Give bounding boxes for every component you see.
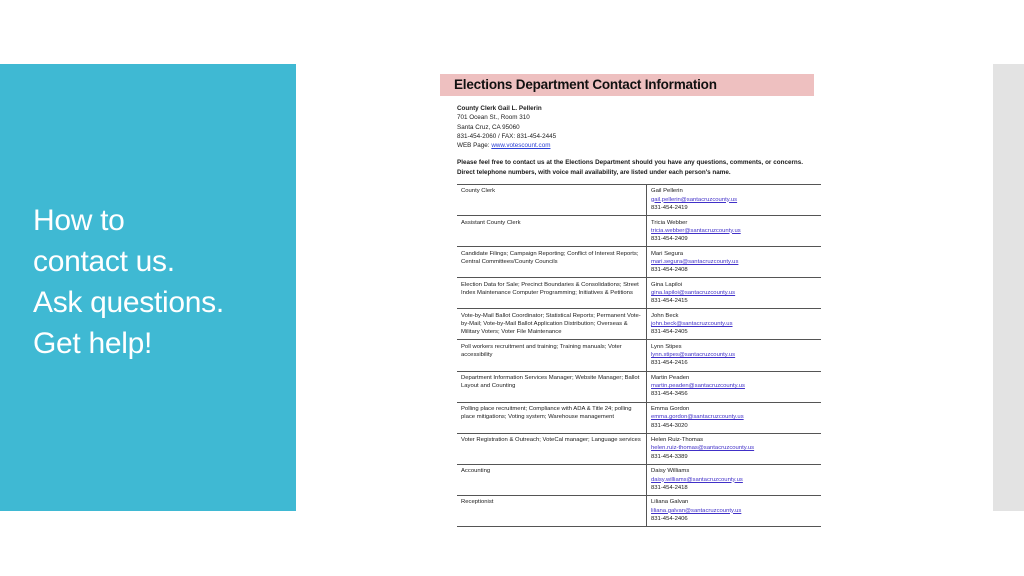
- cell-contact: Helen Ruiz-Thomas helen.ruiz-thomas@santa…: [646, 432, 821, 465]
- cell-role: Candidate Filings; Campaign Reporting; C…: [457, 246, 647, 279]
- cell-contact: Emma Gordon emma.gordon@santacruzcounty.u…: [646, 401, 821, 434]
- contact-phone: 831-454-2405: [651, 329, 688, 336]
- table-row: Voter Registration & Outreach; VoteCal m…: [457, 432, 821, 465]
- contact-name: Tricia Webber: [651, 219, 688, 226]
- website-link[interactable]: www.votescount.com: [491, 142, 550, 149]
- contact-email-link[interactable]: lynn.stipes@santacruzcounty.us: [651, 351, 817, 359]
- cell-role: Election Data for Sale; Precinct Boundar…: [457, 277, 647, 310]
- cell-role: County Clerk: [457, 183, 647, 217]
- cell-contact: Lynn Stipes lynn.stipes@santacruzcounty.u…: [646, 339, 821, 372]
- contact-phone: 831-454-2406: [651, 515, 688, 522]
- contact-email-link[interactable]: daisy.williams@santacruzcounty.us: [651, 476, 817, 484]
- cell-contact: John Beck john.beck@santacruzcounty.us 831…: [646, 308, 821, 341]
- cell-role: Vote-by-Mail Ballot Coordinator; Statist…: [457, 308, 647, 341]
- cell-role: Poll workers recruitment and training; T…: [457, 339, 647, 372]
- cell-role: Accounting: [457, 463, 647, 496]
- street-address-line: 701 Ocean St., Room 310: [457, 114, 530, 122]
- contact-name: Lynn Stipes: [651, 343, 682, 350]
- web-page-line: WEB Page: www.votescount.com: [457, 141, 804, 150]
- contact-information-document: Elections Department Contact Information…: [440, 74, 821, 528]
- contact-phone: 831-454-2409: [651, 235, 688, 242]
- contact-email-link[interactable]: martin.peaden@santacruzcounty.us: [651, 382, 817, 390]
- slide-title-panel: How to contact us. Ask questions. Get he…: [0, 64, 296, 511]
- contact-name: Daisy Williams: [651, 468, 690, 475]
- document-body: County Clerk Gail L. Pellerin 701 Ocean …: [440, 96, 821, 528]
- cell-role: Polling place recruitment; Compliance wi…: [457, 401, 647, 434]
- cell-contact: Tricia Webber tricia.webber@santacruzcoun…: [646, 214, 821, 248]
- cell-contact: Gail Pellerin gail.pellerin@santacruzcoun…: [646, 183, 821, 217]
- contact-phone: 831-454-2415: [651, 298, 688, 305]
- contact-phone: 831-454-2418: [651, 484, 688, 491]
- page-title: How to contact us. Ask questions. Get he…: [33, 204, 224, 360]
- contact-name: John Beck: [651, 312, 679, 319]
- table-row: Vote-by-Mail Ballot Coordinator; Statist…: [457, 308, 821, 341]
- table-row: Poll workers recruitment and training; T…: [457, 339, 821, 372]
- web-page-label: WEB Page:: [457, 142, 492, 150]
- contact-email-link[interactable]: helen.ruiz-thomas@santacruzcounty.us: [651, 444, 817, 452]
- contact-phone: 831-454-3020: [651, 422, 688, 429]
- cell-role: Department Information Services Manager;…: [457, 370, 647, 403]
- cell-role: Voter Registration & Outreach; VoteCal m…: [457, 432, 647, 465]
- contact-phone: 831-454-2416: [651, 360, 688, 367]
- contact-phone: 831-454-3389: [651, 453, 688, 460]
- contact-email-link[interactable]: tricia.webber@santacruzcounty.us: [651, 227, 817, 235]
- contact-name: Emma Gordon: [651, 406, 690, 413]
- city-state-zip-line: Santa Cruz, CA 95060: [457, 123, 520, 131]
- cell-contact: Gina Lapiloi gina.lapiloi@santacruzcounty…: [646, 277, 821, 310]
- document-header-band: Elections Department Contact Information: [440, 74, 814, 96]
- contact-email-link[interactable]: liliana.galvan@santacruzcounty.us: [651, 507, 817, 515]
- contact-email-link[interactable]: gail.pellerin@santacruzcounty.us: [651, 196, 817, 204]
- table-row: Accounting Daisy Williams daisy.williams@s…: [457, 463, 821, 496]
- contact-email-link[interactable]: emma.gordon@santacruzcounty.us: [651, 413, 817, 421]
- cell-contact: Daisy Williams daisy.williams@santacruzco…: [646, 463, 821, 496]
- contact-table-body: County Clerk Gail Pellerin gail.pellerin@s…: [457, 183, 821, 528]
- contact-table: County Clerk Gail Pellerin gail.pellerin@s…: [457, 183, 821, 528]
- contact-email-link[interactable]: mari.segura@santacruzcounty.us: [651, 258, 817, 266]
- contact-phone: 831-454-2408: [651, 267, 688, 274]
- table-row: Polling place recruitment; Compliance wi…: [457, 401, 821, 434]
- contact-name: Martin Peaden: [651, 375, 690, 382]
- cell-role: Receptionist: [457, 494, 647, 528]
- document-title: Elections Department Contact Information: [454, 77, 717, 92]
- contact-phone: 831-454-2419: [651, 204, 688, 211]
- phone-fax-line: 831-454-2060 / FAX: 831-454-2445: [457, 132, 557, 140]
- contact-name: Liliana Galvan: [651, 499, 689, 506]
- table-row: County Clerk Gail Pellerin gail.pellerin@s…: [457, 183, 821, 217]
- table-row: Candidate Filings; Campaign Reporting; C…: [457, 246, 821, 279]
- table-row: Receptionist Liliana Galvan liliana.galvan…: [457, 494, 821, 528]
- table-row: Assistant County Clerk Tricia Webber trici…: [457, 214, 821, 248]
- contact-phone: 831-454-3456: [651, 391, 688, 398]
- contact-name: Gina Lapiloi: [651, 281, 683, 288]
- contact-email-link[interactable]: john.beck@santacruzcounty.us: [651, 320, 817, 328]
- cell-contact: Mari Segura mari.segura@santacruzcounty.u…: [646, 246, 821, 279]
- table-row: Department Information Services Manager;…: [457, 370, 821, 403]
- contact-name: Mari Segura: [651, 250, 684, 257]
- contact-name: Gail Pellerin: [651, 188, 683, 195]
- address-block: County Clerk Gail L. Pellerin 701 Ocean …: [457, 104, 804, 150]
- document-intro-paragraph: Please feel free to contact us at the El…: [457, 159, 803, 176]
- contact-name: Helen Ruiz-Thomas: [651, 437, 704, 444]
- right-side-strip: [993, 64, 1024, 511]
- cell-contact: Martin Peaden martin.peaden@santacruzcoun…: [646, 370, 821, 403]
- county-clerk-name-line: County Clerk Gail L. Pellerin: [457, 105, 542, 112]
- table-row: Election Data for Sale; Precinct Boundar…: [457, 277, 821, 310]
- cell-role: Assistant County Clerk: [457, 214, 647, 248]
- cell-contact: Liliana Galvan liliana.galvan@santacruzco…: [646, 494, 821, 528]
- contact-email-link[interactable]: gina.lapiloi@santacruzcounty.us: [651, 289, 817, 297]
